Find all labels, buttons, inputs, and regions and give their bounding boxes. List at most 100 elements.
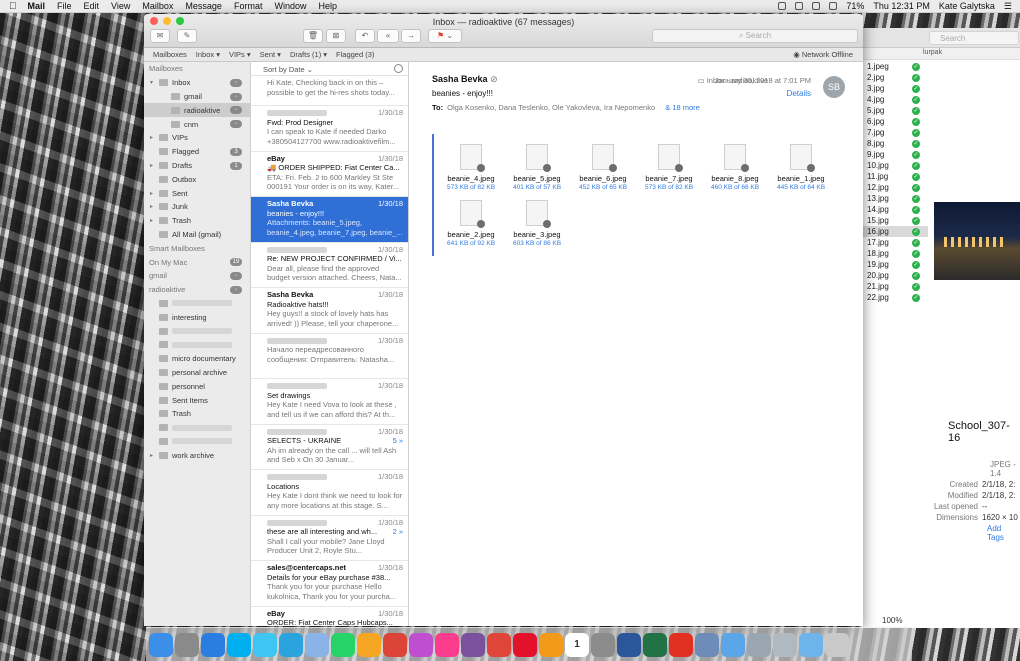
menu-item[interactable]: File	[57, 1, 72, 11]
sidebar-item[interactable]	[144, 435, 250, 449]
message-row[interactable]: 1/30/18 Re: NEW PROJECT CONFIRMED / Vi...…	[251, 243, 408, 288]
sidebar-item[interactable]: micro documentary	[144, 352, 250, 366]
file-row[interactable]: 14.jpg ✓	[861, 204, 928, 215]
sidebar-item[interactable]: gmail ◦	[144, 90, 250, 104]
file-row[interactable]: 8.jpg ✓	[861, 138, 928, 149]
message-row[interactable]: 1/30/18 Set drawings Hey Kate I need Vova …	[251, 379, 408, 425]
menu-item[interactable]: Message	[185, 1, 222, 11]
sidebar-item[interactable]: radioaktive ◦	[144, 103, 250, 118]
books-icon[interactable]	[539, 632, 563, 657]
file-row[interactable]: 7.jpg ✓	[861, 127, 928, 138]
calendar-icon[interactable]: 1	[565, 632, 589, 657]
attachment-tile[interactable]: beanie_8.jpeg 460 KB of 66 KB	[705, 144, 765, 191]
disclosure-icon[interactable]: ▸	[150, 203, 156, 210]
menu-item[interactable]: Window	[274, 1, 306, 11]
sidebar-item[interactable]: ▸ Trash	[144, 214, 250, 228]
file-row[interactable]: 3.jpg ✓	[861, 83, 928, 94]
settings-icon[interactable]	[591, 632, 615, 657]
sidebar-item[interactable]: Trash	[144, 407, 250, 421]
finder-icon[interactable]	[149, 632, 173, 657]
file-row[interactable]: 12.jpg ✓	[861, 182, 928, 193]
favorite-item[interactable]: Sent ▾	[260, 50, 281, 59]
messages-icon[interactable]	[253, 632, 277, 657]
message-row[interactable]: 1/30/18 Начало переадресованного сообщени…	[251, 334, 408, 379]
acrobat-icon[interactable]	[669, 632, 693, 657]
message-row[interactable]: Sasha Bevka 1/30/18 beanies - enjoy!!! Atta…	[251, 197, 408, 243]
bookmark-icon[interactable]	[487, 632, 511, 657]
file-row[interactable]: 10.jpg ✓	[861, 160, 928, 171]
thread-count[interactable]: 2 »	[393, 527, 403, 537]
favorite-item[interactable]: Flagged (3)	[336, 50, 374, 59]
attachment-tile[interactable]: beanie_3.jpeg 603 KB of 86 KB	[507, 200, 567, 247]
file-row[interactable]: 22.jpg ✓	[861, 292, 928, 303]
disclosure-icon[interactable]: ▸	[150, 190, 156, 197]
favorite-item[interactable]: Drafts (1) ▾	[290, 50, 327, 59]
thread-count[interactable]: 5 »	[393, 436, 403, 446]
message-row[interactable]: eBay 1/30/18 ORDER: Fiat Center Caps Hubca…	[251, 607, 408, 627]
network-status[interactable]: ◉ Network Offline	[793, 50, 853, 59]
attachment-tile[interactable]: beanie_6.jpeg 452 KB of 65 KB	[573, 144, 633, 191]
file-row[interactable]: 17.jpg ✓	[861, 237, 928, 248]
sidebar-item[interactable]: ▸ Sent	[144, 186, 250, 200]
attachment-tile[interactable]: beanie_2.jpeg 641 KB of 92 KB	[441, 200, 501, 247]
attachment-tile[interactable]: beanie_4.jpeg 573 KB of 82 KB	[441, 144, 501, 191]
more-recipients[interactable]: & 18 more	[665, 103, 700, 112]
trash-icon[interactable]	[825, 632, 849, 657]
message-row[interactable]: 1/30/18 Locations Hey Kate I dont think we…	[251, 470, 408, 516]
sidebar-item[interactable]: Outbox	[144, 172, 250, 186]
menu-item[interactable]: Help	[318, 1, 337, 11]
message-row[interactable]: sales@centercaps.net 1/30/18 Details for y…	[251, 561, 408, 607]
photos-icon[interactable]	[357, 632, 381, 657]
pinwheel-icon[interactable]	[409, 632, 433, 657]
flag-button[interactable]: ⚑ ⌄	[428, 29, 462, 43]
search-input[interactable]: ⌕ Search	[652, 29, 858, 43]
folder2-icon[interactable]	[799, 632, 823, 657]
word-icon[interactable]	[617, 632, 641, 657]
reply-button[interactable]: ↶	[355, 29, 375, 43]
file-row[interactable]: 9.jpg ✓	[861, 149, 928, 160]
bluetooth-icon[interactable]	[829, 2, 838, 10]
user-name[interactable]: Kate Galytska	[939, 1, 995, 11]
whatsapp-icon[interactable]	[331, 632, 355, 657]
file-row[interactable]: 2.jpg ✓	[861, 72, 928, 83]
menu-icon[interactable]: ☰	[1004, 1, 1012, 12]
file-row[interactable]: 16.jpg ✓	[861, 226, 928, 237]
add-tags-link[interactable]: Add Tags	[987, 524, 1020, 542]
preview-icon[interactable]	[305, 632, 329, 657]
details-link[interactable]: Details	[787, 89, 811, 98]
apple-icon[interactable]: 	[9, 1, 17, 12]
junk-button[interactable]: ⊠	[326, 29, 346, 43]
sidebar-item[interactable]: personnel	[144, 379, 250, 393]
file-row[interactable]: 20.jpg ✓	[861, 270, 928, 281]
file-row[interactable]: 4.jpg ✓	[861, 94, 928, 105]
menu-item[interactable]: View	[111, 1, 130, 11]
folder-icon[interactable]	[721, 632, 745, 657]
forward-button[interactable]: →	[401, 29, 421, 43]
attachment-tile[interactable]: beanie_5.jpeg 401 KB of 57 KB	[507, 144, 567, 191]
get-mail-button[interactable]: ✉	[150, 29, 170, 43]
wifi-icon[interactable]	[812, 2, 821, 10]
battery-percent[interactable]: 71%	[846, 1, 864, 11]
sidebar-item[interactable]: ▸ Drafts 1	[144, 159, 250, 173]
menu-item[interactable]: Mailbox	[142, 1, 173, 11]
disclosure-icon[interactable]: ▸	[150, 134, 156, 141]
disclosure-icon[interactable]: ▾	[150, 79, 156, 86]
file-row[interactable]: 11.jpg ✓	[861, 171, 928, 182]
sidebar-item[interactable]: Flagged 3	[144, 145, 250, 159]
sidebar-item[interactable]: Sent Items	[144, 393, 250, 407]
message-row[interactable]: 1/30/18 5 » SELECTS - UKRAINE Ah im already…	[251, 425, 408, 470]
sidebar-item[interactable]: interesting	[144, 310, 250, 324]
file-row[interactable]: 5.jpg ✓	[861, 105, 928, 116]
chrome-icon[interactable]	[383, 632, 407, 657]
sidebar-item[interactable]	[144, 421, 250, 435]
dropbox-icon[interactable]	[778, 2, 787, 10]
sidebar-item[interactable]: ▸ Junk	[144, 200, 250, 214]
itunes-icon[interactable]	[435, 632, 459, 657]
sidebar-item[interactable]: personal archive	[144, 366, 250, 380]
cloud-icon[interactable]	[795, 2, 804, 10]
delete-button[interactable]: 🗑	[303, 29, 323, 43]
sort-menu[interactable]: Sort by Date ⌄	[263, 65, 313, 74]
filter-icon[interactable]	[394, 64, 403, 73]
menu-item[interactable]: Format	[234, 1, 263, 11]
reply-all-button[interactable]: «	[377, 29, 399, 43]
